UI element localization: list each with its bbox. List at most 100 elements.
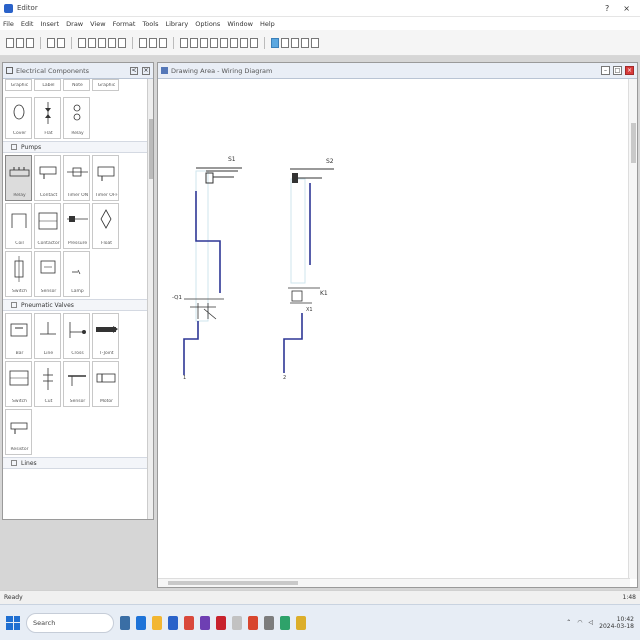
doc-maximize-button[interactable]: □	[613, 66, 622, 75]
play-icon[interactable]	[301, 37, 309, 48]
copy-icon[interactable]	[88, 37, 96, 48]
zoom-in-icon[interactable]	[139, 37, 147, 48]
menu-view[interactable]: View	[90, 20, 105, 28]
scroll-thumb[interactable]	[149, 119, 153, 179]
panel-close-button[interactable]: ×	[142, 66, 150, 75]
switch-s1[interactable]: S1	[196, 156, 242, 184]
switch-s2[interactable]: S2	[290, 158, 334, 183]
close-button[interactable]: ×	[623, 4, 630, 13]
canvas-vertical-scrollbar[interactable]	[628, 79, 637, 579]
zoom-out-icon[interactable]	[149, 37, 157, 48]
preview-icon[interactable]	[57, 37, 65, 48]
component-switch[interactable]: Switch	[5, 251, 32, 297]
component-graphic-2[interactable]: Graphic	[92, 79, 119, 91]
component-contactor[interactable]: Contactor	[34, 203, 61, 249]
wire-right-lower[interactable]	[283, 313, 303, 373]
task-view-icon[interactable]	[120, 615, 130, 630]
ungroup-icon[interactable]	[240, 37, 248, 48]
component-timer-off[interactable]: Timer OFF	[92, 155, 119, 201]
stop-icon[interactable]	[311, 37, 319, 48]
edge-icon[interactable]	[136, 615, 146, 630]
app-purple-icon[interactable]	[200, 615, 210, 630]
help-button[interactable]: ?	[605, 4, 609, 13]
component-timer-on[interactable]: Timer ON	[63, 155, 90, 201]
app-red-icon[interactable]	[216, 615, 226, 630]
network-icon[interactable]: ◠	[577, 619, 582, 626]
doc-minimize-button[interactable]: –	[601, 66, 610, 75]
component-relay-2[interactable]: Relay	[5, 155, 32, 201]
menu-library[interactable]: Library	[165, 20, 188, 28]
component-cover[interactable]: Cover	[5, 97, 32, 139]
redo-icon[interactable]	[118, 37, 126, 48]
component-resistor[interactable]: Resistor	[5, 409, 32, 455]
drawing-canvas[interactable]: S1 -Q1 1 S2 K1 X1 2	[160, 81, 628, 575]
app-dark-icon[interactable]	[264, 615, 274, 630]
menu-options[interactable]: Options	[195, 20, 220, 28]
component-relay[interactable]: Relay	[63, 97, 90, 139]
paste-icon[interactable]	[98, 37, 106, 48]
text-icon[interactable]	[291, 37, 299, 48]
menu-window[interactable]: Window	[227, 20, 253, 28]
app-orange-icon[interactable]	[248, 615, 258, 630]
menu-help[interactable]: Help	[260, 20, 275, 28]
menu-tools[interactable]: Tools	[142, 20, 158, 28]
component-pressure[interactable]: Pressure	[63, 203, 90, 249]
component-flat[interactable]: Flat	[34, 97, 61, 139]
color-icon[interactable]	[271, 37, 279, 48]
grid-icon[interactable]	[250, 37, 258, 48]
windows-start-icon[interactable]	[6, 615, 20, 630]
mail-icon[interactable]	[184, 615, 194, 630]
line-icon[interactable]	[281, 37, 289, 48]
component-lamp[interactable]: Lamp	[63, 251, 90, 297]
component-motor[interactable]: Motor	[92, 361, 119, 407]
panel-scrollbar[interactable]	[147, 79, 153, 519]
component-t-joint[interactable]: T-Joint	[92, 313, 119, 359]
panel-collapse-button[interactable]: <	[130, 66, 138, 75]
volume-icon[interactable]: ◁	[589, 619, 594, 626]
menu-draw[interactable]: Draw	[66, 20, 83, 28]
cut-icon[interactable]	[78, 37, 86, 48]
component-coil[interactable]: Coil	[5, 203, 32, 249]
doc-close-button[interactable]: ×	[625, 66, 634, 75]
wiring-diagram[interactable]: S1 -Q1 1 S2 K1 X1 2	[160, 81, 628, 575]
chevron-up-icon[interactable]: ⌃	[566, 619, 571, 626]
undo-icon[interactable]	[108, 37, 116, 48]
relay-k1[interactable]: K1 X1	[288, 287, 328, 313]
menu-insert[interactable]: Insert	[40, 20, 59, 28]
align-bottom-icon[interactable]	[220, 37, 228, 48]
canvas-horizontal-scrollbar[interactable]	[158, 578, 630, 587]
contact-q1[interactable]: -Q1	[172, 295, 224, 320]
pin-icon[interactable]	[6, 67, 13, 74]
component-graphic[interactable]: Graphic	[5, 79, 32, 91]
category-lines[interactable]: Lines	[3, 457, 149, 469]
component-float[interactable]: Float	[92, 203, 119, 249]
component-note[interactable]: Note	[63, 79, 90, 91]
app-gray-icon[interactable]	[232, 615, 242, 630]
app-yellow-icon[interactable]	[296, 615, 306, 630]
save-icon[interactable]	[26, 37, 34, 48]
hscroll-thumb[interactable]	[168, 581, 298, 585]
clock[interactable]: 10:42 2024-03-18	[599, 616, 634, 630]
component-label[interactable]: Label	[34, 79, 61, 91]
component-sensor-2[interactable]: Sensor	[63, 361, 90, 407]
align-right-icon[interactable]	[200, 37, 208, 48]
menu-file[interactable]: File	[3, 20, 14, 28]
group-icon[interactable]	[230, 37, 238, 48]
menu-edit[interactable]: Edit	[21, 20, 34, 28]
file-explorer-icon[interactable]	[152, 615, 162, 630]
fit-icon[interactable]	[159, 37, 167, 48]
category-pumps[interactable]: Pumps	[3, 141, 149, 153]
taskbar-search[interactable]: Search	[26, 612, 114, 633]
category-pneumatic-valves[interactable]: Pneumatic Valves	[3, 299, 149, 311]
print-icon[interactable]	[47, 37, 55, 48]
component-contact[interactable]: Contact	[34, 155, 61, 201]
component-line[interactable]: Line	[34, 313, 61, 359]
component-cross[interactable]: Cross	[63, 313, 90, 359]
align-left-icon[interactable]	[180, 37, 188, 48]
align-center-icon[interactable]	[190, 37, 198, 48]
component-sensor[interactable]: Sensor	[34, 251, 61, 297]
vscroll-thumb[interactable]	[631, 123, 636, 163]
store-icon[interactable]	[168, 615, 178, 630]
wire-left-lower[interactable]	[183, 321, 199, 375]
component-switch-2[interactable]: Switch	[5, 361, 32, 407]
